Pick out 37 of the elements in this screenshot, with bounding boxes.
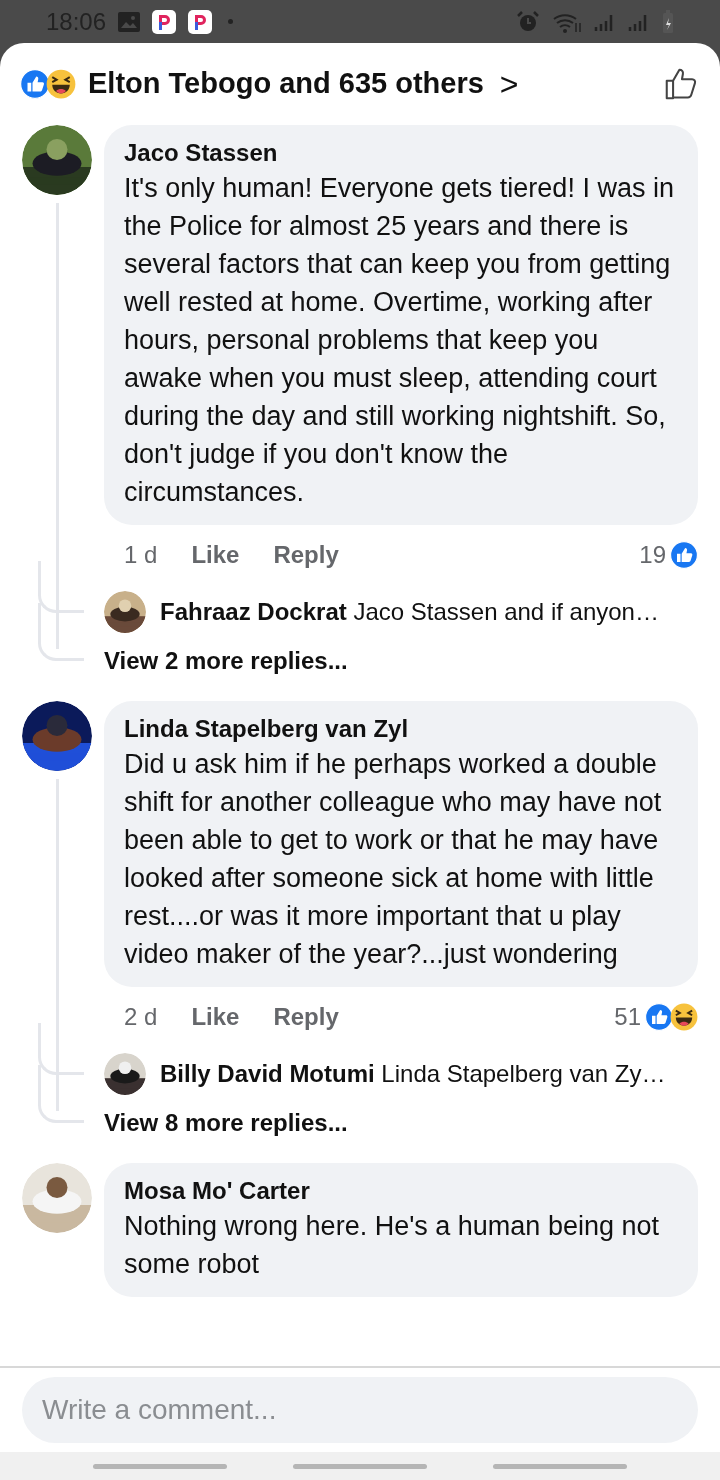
- alarm-icon: [516, 9, 540, 34]
- reply-preview[interactable]: Fahraaz Dockrat Jaco Stassen and if anyon…: [160, 594, 659, 630]
- like-reaction-icon: [670, 541, 698, 569]
- comment-text: Nothing wrong here. He's a human being not some robot: [124, 1210, 660, 1281]
- comment-time: 2 d: [124, 1002, 158, 1032]
- comment-action[interactable]: Like: [191, 537, 240, 573]
- like-reaction-icon: [20, 69, 50, 99]
- nav-handle[interactable]: [93, 1463, 227, 1469]
- app-icon: [188, 9, 213, 34]
- reaction-count: 19: [639, 540, 666, 570]
- gallery-icon: [118, 11, 141, 32]
- view-more-replies-link[interactable]: View 8 more replies...: [104, 1105, 348, 1141]
- dot-icon: [228, 19, 234, 24]
- thread-line: [38, 603, 84, 661]
- app-icon: [152, 9, 177, 34]
- reactors-link[interactable]: Elton Tebogo and 635 others: [88, 62, 484, 106]
- comment-author[interactable]: Mosa Mo' Carter: [124, 1175, 678, 1207]
- comment-action[interactable]: Reply: [273, 537, 339, 573]
- like-reaction-icon: [645, 1003, 673, 1031]
- chevron-button[interactable]: >: [499, 60, 519, 108]
- comment-field[interactable]: Write a comment...: [22, 1377, 698, 1443]
- reply-preview[interactable]: Billy David Motumi Linda Stapelberg van Zy…: [160, 1056, 666, 1092]
- comment-author[interactable]: Jaco Stassen: [124, 137, 678, 169]
- thread-line: [38, 1065, 84, 1123]
- reaction-count: 51: [614, 1002, 641, 1032]
- nav-handle[interactable]: [293, 1463, 427, 1469]
- comment-text: It's only human! Everyone gets tiered! I was in the Police for almost 25 years and there is several factors that can keep you from getting well rested at home. Overtime, working after hours, personal problems that keep you awake when you must sleep, attending court during the day and still working nightshift. So, don't judge if you don't know the circumstances.: [124, 172, 675, 509]
- laughing-reaction-icon: [46, 69, 76, 99]
- view-more-replies-link[interactable]: View 2 more replies...: [104, 643, 348, 679]
- comment-time: 1 d: [124, 540, 158, 570]
- laughing-reaction-icon: [670, 1003, 698, 1031]
- battery-icon: [662, 9, 674, 34]
- comment-action[interactable]: Like: [191, 999, 240, 1035]
- comment-action[interactable]: Reply: [273, 999, 339, 1035]
- comment-text: Did u ask him if he perhaps worked a double shift for another colleague who may have not been able to get to work or that he may have looked after someone sick at home with little rest....or was it more important that u play video maker of the year?...just wondering: [124, 748, 663, 971]
- comment-author[interactable]: Linda Stapelberg van Zyl: [124, 713, 678, 745]
- nav-handle[interactable]: [493, 1463, 627, 1469]
